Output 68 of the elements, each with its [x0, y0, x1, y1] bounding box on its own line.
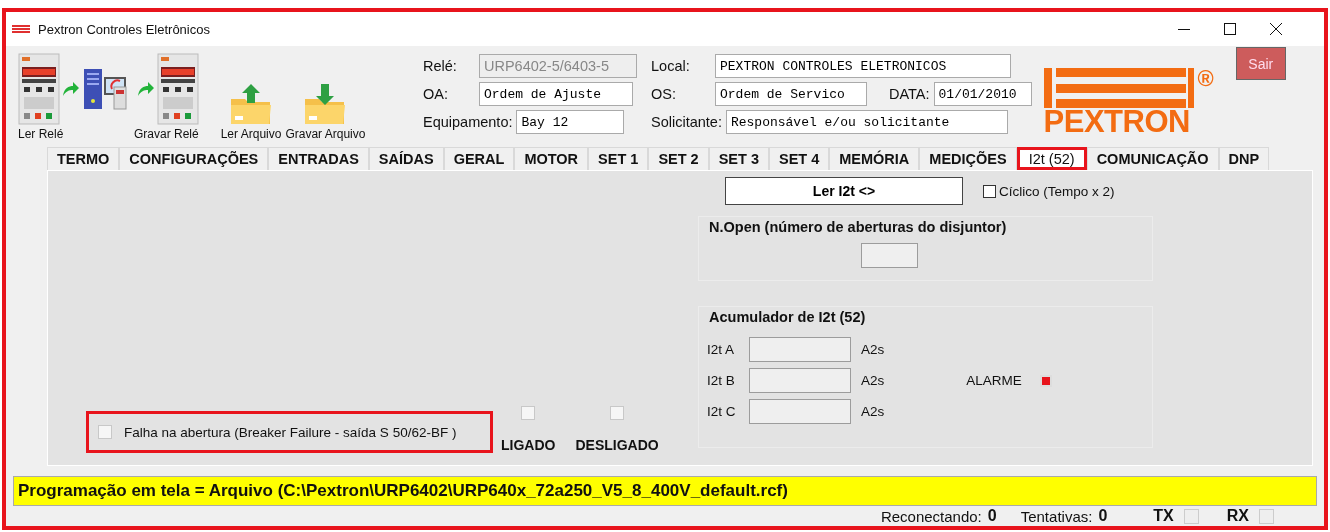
- toolbar-button[interactable]: Ler Arquivo: [218, 83, 284, 141]
- checkbox[interactable]: [983, 184, 996, 198]
- tab[interactable]: MOTOR: [514, 147, 589, 170]
- tab[interactable]: TERMO: [47, 147, 120, 170]
- tab[interactable]: MEMÓRIA: [829, 147, 920, 170]
- tab[interactable]: I2t (52): [1016, 147, 1087, 170]
- relay-device-icon: [156, 53, 199, 125]
- folder-download-icon: [303, 83, 348, 125]
- status-label: Tentativas:: [1020, 507, 1093, 525]
- tab[interactable]: GERAL: [443, 147, 515, 170]
- status-label: Reconectando:: [880, 507, 982, 525]
- unit-label: A2s: [861, 404, 885, 419]
- group-title: N.Open (número de aberturas do disjuntor): [709, 219, 1008, 235]
- logo-bars-icon: [1043, 68, 1194, 108]
- arrow-icon: [136, 81, 155, 97]
- group-title: Acumulador de I2t (52): [709, 309, 867, 325]
- read-button[interactable]: Ler I2t <>: [725, 177, 963, 205]
- tab[interactable]: SET 4: [768, 147, 830, 170]
- tab[interactable]: COMUNICAÇÃO: [1086, 147, 1219, 170]
- text-field[interactable]: Ordem de Servico: [715, 82, 867, 106]
- status-label: TX: [1153, 507, 1174, 525]
- field-label: Relé:: [423, 58, 458, 74]
- field-label: I2t C: [707, 404, 737, 419]
- status-value: 0: [1098, 507, 1108, 525]
- field-label: Equipamento:: [423, 114, 513, 130]
- field-label: DATA:: [889, 86, 930, 102]
- field-label: Local:: [651, 58, 691, 74]
- text-field[interactable]: 01/01/2010: [933, 82, 1032, 106]
- tab[interactable]: DNP: [1218, 147, 1270, 170]
- folder-upload-icon: [229, 83, 274, 125]
- field-label: I2t A: [707, 342, 736, 357]
- checkbox-label: LIGADO: [501, 437, 556, 453]
- relay-device-icon: [18, 53, 60, 125]
- status-value: 0: [987, 507, 997, 525]
- checkbox-label: Falha na abertura (Breaker Failure - saída S 50/62-BF ): [124, 424, 457, 440]
- maximize-icon[interactable]: [1224, 23, 1236, 35]
- toolbar-button[interactable]: Gravar Relé: [132, 53, 201, 141]
- text-field[interactable]: PEXTRON CONTROLES ELETRONICOS: [715, 54, 1011, 78]
- tab[interactable]: SET 3: [708, 147, 769, 170]
- field-label: OA:: [423, 86, 449, 102]
- tab[interactable]: MEDIÇÕES: [919, 147, 1017, 170]
- app-logo-icon: [12, 25, 30, 33]
- tab[interactable]: ENTRADAS: [268, 147, 369, 170]
- window-title: Pextron Controles Eletrônicos: [38, 21, 210, 37]
- tab[interactable]: SAÍDAS: [368, 147, 444, 170]
- tab[interactable]: CONFIGURAÇÕES: [119, 147, 269, 170]
- readonly-field: [861, 243, 918, 268]
- text-field[interactable]: Ordem de Ajuste: [479, 82, 633, 106]
- tab[interactable]: SET 1: [588, 147, 649, 170]
- arrow-icon: [62, 81, 80, 97]
- logo-text: PEXTRON: [1043, 106, 1191, 137]
- field-label: Solicitante:: [651, 114, 722, 130]
- field-label: OS:: [651, 86, 677, 102]
- tab[interactable]: SET 2: [648, 147, 709, 170]
- toolbar-button[interactable]: Gravar Arquivo: [283, 83, 368, 141]
- text-field[interactable]: Responsável e/ou solicitante: [725, 110, 1008, 134]
- status-label: RX: [1226, 507, 1249, 525]
- unit-label: A2s: [861, 342, 885, 357]
- field-label: I2t B: [707, 373, 736, 388]
- checkbox-label: DESLIGADO: [575, 437, 659, 453]
- text-field[interactable]: Bay 12: [516, 110, 625, 134]
- close-icon[interactable]: [1270, 23, 1282, 35]
- unit-label: A2s: [861, 373, 885, 388]
- checkbox-label: Cíclico (Tempo x 2): [999, 183, 1115, 199]
- toolbar-button[interactable]: Ler Relé: [16, 53, 130, 141]
- registered-mark: ®: [1197, 68, 1214, 90]
- computer-icon: [82, 67, 128, 111]
- alarm-label: ALARME: [966, 373, 1022, 388]
